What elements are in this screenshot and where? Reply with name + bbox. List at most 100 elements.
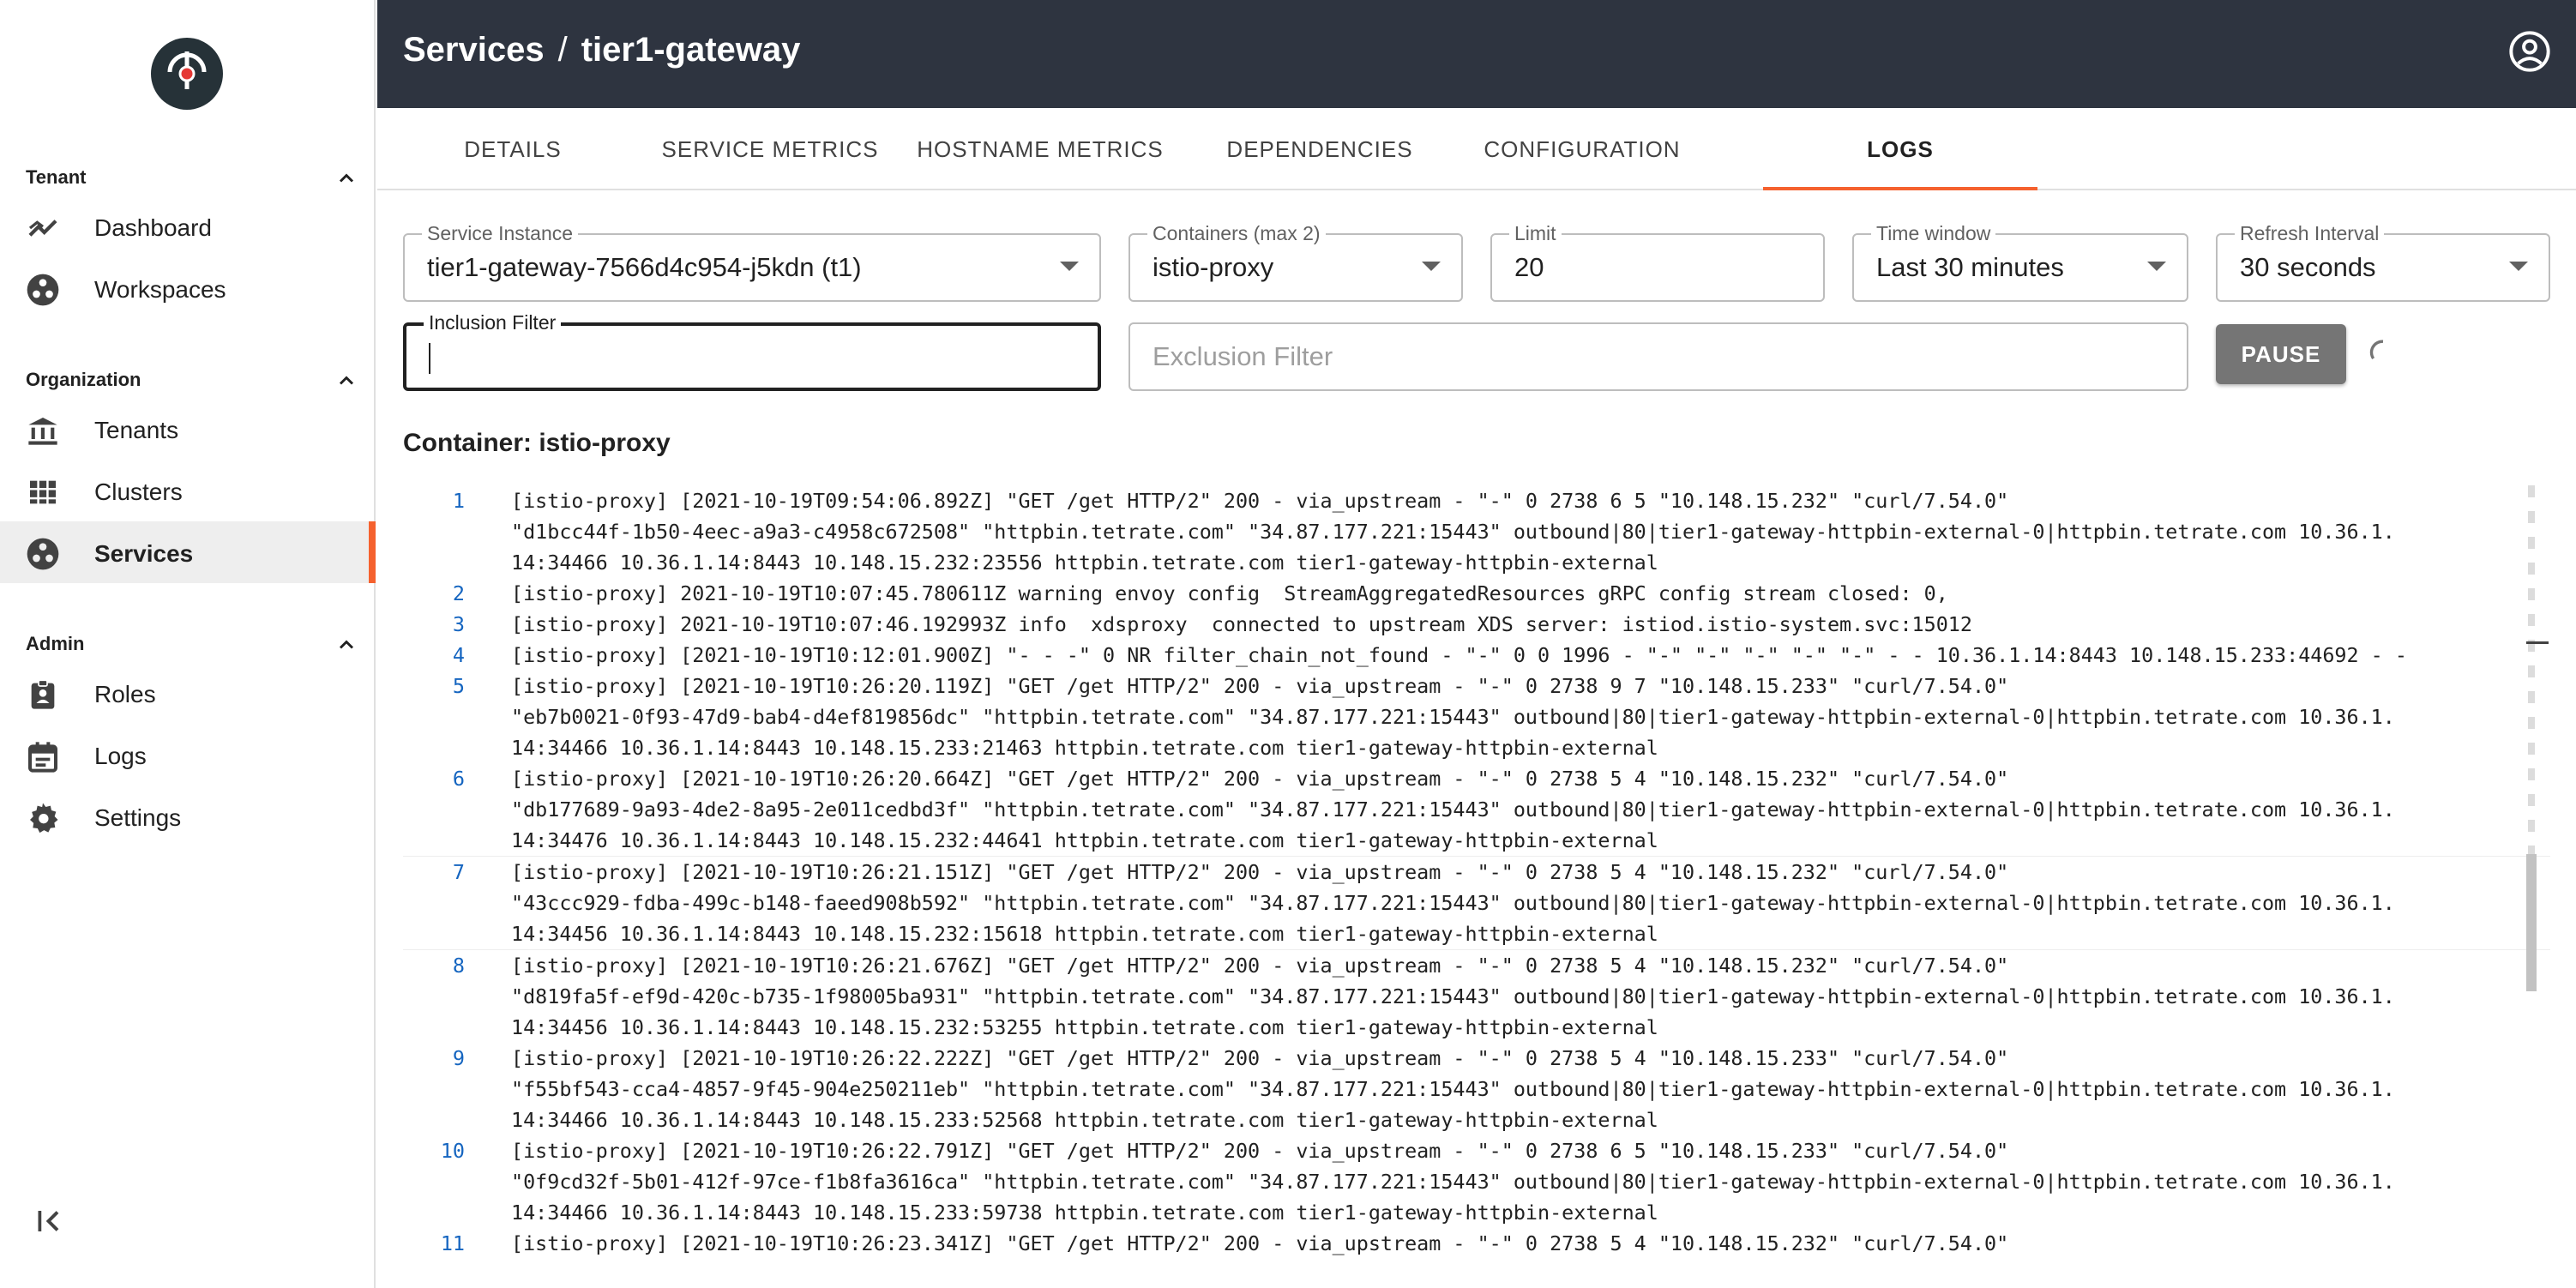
sidebar-item-dashboard[interactable]: Dashboard [0, 196, 374, 257]
log-entry: 5 [istio-proxy] [2021-10-19T10:26:20.119Z… [403, 671, 2550, 763]
log-line: [istio-proxy] 2021-10-19T10:07:45.780611… [403, 578, 2550, 609]
log-line: [istio-proxy] [2021-10-19T10:26:21.676Z]… [403, 950, 2550, 981]
log-line: [istio-proxy] [2021-10-19T10:26:20.119Z]… [403, 671, 2550, 701]
sidebar-item-services[interactable]: Services [0, 521, 376, 583]
section-title: Tenant [26, 166, 87, 188]
sidebar-item-label: Logs [94, 743, 147, 769]
sidebar-item-logs[interactable]: Logs [0, 724, 374, 785]
containers-select[interactable]: Containers (max 2) istio-proxy [1129, 222, 1463, 302]
tab-configuration[interactable]: CONFIGURATION [1451, 108, 1713, 190]
log-line: "eb7b0021-0f93-47d9-bab4-d4ef819856dc" "… [403, 701, 2550, 732]
chevron-up-icon[interactable] [334, 369, 358, 393]
time-window-select[interactable]: Time window Last 30 minutes [1852, 222, 2188, 302]
log-entry: 2 [istio-proxy] 2021-10-19T10:07:45.78061… [403, 578, 2550, 609]
field-label: Service Instance [422, 222, 579, 245]
tetrate-logo-icon[interactable] [151, 38, 223, 110]
inclusion-filter-input[interactable]: Inclusion Filter [403, 311, 1101, 391]
text-cursor [429, 343, 430, 374]
field-label: Limit [1509, 222, 1562, 245]
chevron-up-icon[interactable] [334, 633, 358, 657]
log-line: 14:34456 10.36.1.14:8443 10.148.15.232:5… [403, 1012, 2550, 1043]
breadcrumb-root[interactable]: Services [403, 31, 545, 69]
log-text: "d1bcc44f-1b50-4eec-a9a3-c4958c672508" "… [511, 520, 2395, 544]
log-line: "f55bf543-cca4-4857-9f45-904e250211eb" "… [403, 1074, 2550, 1104]
log-text: [istio-proxy] [2021-10-19T10:26:23.341Z]… [511, 1231, 2009, 1255]
sidebar-item-clusters[interactable]: Clusters [0, 460, 374, 521]
sidebar-item-label: Tenants [94, 417, 179, 443]
log-line: "0f9cd32f-5b01-412f-97ce-f1b8fa3616ca" "… [403, 1166, 2550, 1197]
log-text: "0f9cd32f-5b01-412f-97ce-f1b8fa3616ca" "… [511, 1170, 2395, 1194]
sidebar-item-label: Clusters [94, 478, 183, 505]
breadcrumb: Services / tier1-gateway [403, 31, 800, 69]
log-line: 14:34466 10.36.1.14:8443 10.148.15.232:2… [403, 547, 2550, 578]
tab-bar: DETAILS SERVICE METRICS HOSTNAME METRICS… [377, 108, 2576, 190]
log-entry: 11 [istio-proxy] [2021-10-19T10:26:23.341… [403, 1228, 2550, 1259]
log-line: [istio-proxy] 2021-10-19T10:07:46.192993… [403, 609, 2550, 640]
log-scrollbar[interactable] [2525, 485, 2538, 1288]
tab-service-metrics[interactable]: SERVICE METRICS [648, 108, 892, 190]
sidebar-item-roles[interactable]: Roles [0, 662, 374, 724]
tab-hostname-metrics[interactable]: HOSTNAME METRICS [892, 108, 1189, 190]
tab-logs[interactable]: LOGS [1763, 108, 2037, 190]
log-line: [istio-proxy] [2021-10-19T10:12:01.900Z]… [403, 640, 2550, 671]
log-text: 14:34466 10.36.1.14:8443 10.148.15.233:2… [511, 736, 1658, 760]
field-value: 20 [1514, 252, 1544, 282]
log-viewer[interactable]: 1 [istio-proxy] [2021-10-19T09:54:06.892Z… [403, 485, 2550, 1288]
log-line: [istio-proxy] [2021-10-19T09:54:06.892Z]… [403, 485, 2550, 516]
dropdown-arrow-icon[interactable] [2509, 262, 2528, 271]
log-text: "f55bf543-cca4-4857-9f45-904e250211eb" "… [511, 1077, 2395, 1101]
breadcrumb-current: tier1-gateway [581, 31, 801, 69]
log-line: "d1bcc44f-1b50-4eec-a9a3-c4958c672508" "… [403, 516, 2550, 547]
sidebar-item-workspaces[interactable]: Workspaces [0, 257, 374, 319]
collapse-sidebar-icon[interactable] [33, 1206, 67, 1237]
log-line: [istio-proxy] [2021-10-19T10:26:20.664Z]… [403, 763, 2550, 794]
log-entry: 7 [istio-proxy] [2021-10-19T10:26:21.151Z… [403, 856, 2550, 950]
limit-input[interactable]: Limit 20 [1490, 222, 1825, 302]
field-value: istio-proxy [1153, 252, 1274, 282]
sidebar-item-tenants[interactable]: Tenants [0, 398, 374, 460]
scrollbar-thumb[interactable] [2526, 854, 2537, 991]
log-entry: 6 [istio-proxy] [2021-10-19T10:26:20.664Z… [403, 763, 2550, 856]
refresh-interval-select[interactable]: Refresh Interval 30 seconds [2216, 222, 2550, 302]
tab-details[interactable]: DETAILS [377, 108, 648, 190]
section-title: Organization [26, 369, 141, 390]
account-circle-icon[interactable] [2507, 29, 2552, 74]
service-instance-select[interactable]: Service Instance tier1-gateway-7566d4c95… [403, 222, 1101, 302]
log-text: 14:34456 10.36.1.14:8443 10.148.15.232:1… [511, 922, 1658, 946]
log-text: [istio-proxy] [2021-10-19T10:26:21.676Z]… [511, 954, 2009, 978]
field-label: Containers (max 2) [1147, 222, 1326, 245]
sidebar-item-settings[interactable]: Settings [0, 785, 374, 847]
log-text: "eb7b0021-0f93-47d9-bab4-d4ef819856dc" "… [511, 705, 2395, 729]
sidebar-item-label: Settings [94, 804, 182, 831]
log-entry: 8 [istio-proxy] [2021-10-19T10:26:21.676Z… [403, 950, 2550, 1043]
tab-dependencies[interactable]: DEPENDENCIES [1189, 108, 1451, 190]
dropdown-arrow-icon[interactable] [1422, 262, 1441, 271]
container-heading: Container: istio-proxy [403, 429, 671, 457]
bank-icon [28, 418, 57, 445]
nav-section-admin: Admin Roles Logs Settings [0, 624, 374, 847]
pause-button[interactable]: PAUSE [2216, 324, 2346, 384]
sidebar-item-label: Roles [94, 681, 156, 707]
section-header-organization[interactable]: Organization [0, 360, 374, 398]
dashboard-trend-icon [28, 220, 57, 237]
gear-icon [30, 803, 58, 834]
section-header-admin[interactable]: Admin [0, 624, 374, 662]
field-value: tier1-gateway-7566d4c954-j5kdn (t1) [427, 252, 862, 282]
exclusion-filter-input[interactable]: Exclusion Filter [1129, 322, 2188, 391]
log-line: [istio-proxy] [2021-10-19T10:26:21.151Z]… [403, 857, 2550, 888]
calendar-icon [28, 742, 57, 773]
field-label: Refresh Interval [2235, 222, 2385, 245]
dropdown-arrow-icon[interactable] [2147, 262, 2166, 271]
log-text: 14:34456 10.36.1.14:8443 10.148.15.232:5… [511, 1015, 1658, 1039]
log-text: 14:34466 10.36.1.14:8443 10.148.15.232:2… [511, 551, 1658, 575]
log-text: [istio-proxy] 2021-10-19T10:07:46.192993… [511, 612, 1972, 636]
log-entry: 10 [istio-proxy] [2021-10-19T10:26:22.791… [403, 1135, 2550, 1228]
log-line: 14:34466 10.36.1.14:8443 10.148.15.233:2… [403, 732, 2550, 763]
log-text: [istio-proxy] [2021-10-19T10:26:22.222Z]… [511, 1046, 2009, 1070]
workspaces-icon [27, 274, 59, 306]
dropdown-arrow-icon[interactable] [1060, 262, 1079, 271]
log-entry: 3 [istio-proxy] 2021-10-19T10:07:46.19299… [403, 609, 2550, 640]
chevron-up-icon[interactable] [334, 166, 358, 190]
log-text: [istio-proxy] [2021-10-19T09:54:06.892Z]… [511, 489, 2009, 513]
section-header-tenant[interactable]: Tenant [0, 158, 374, 196]
